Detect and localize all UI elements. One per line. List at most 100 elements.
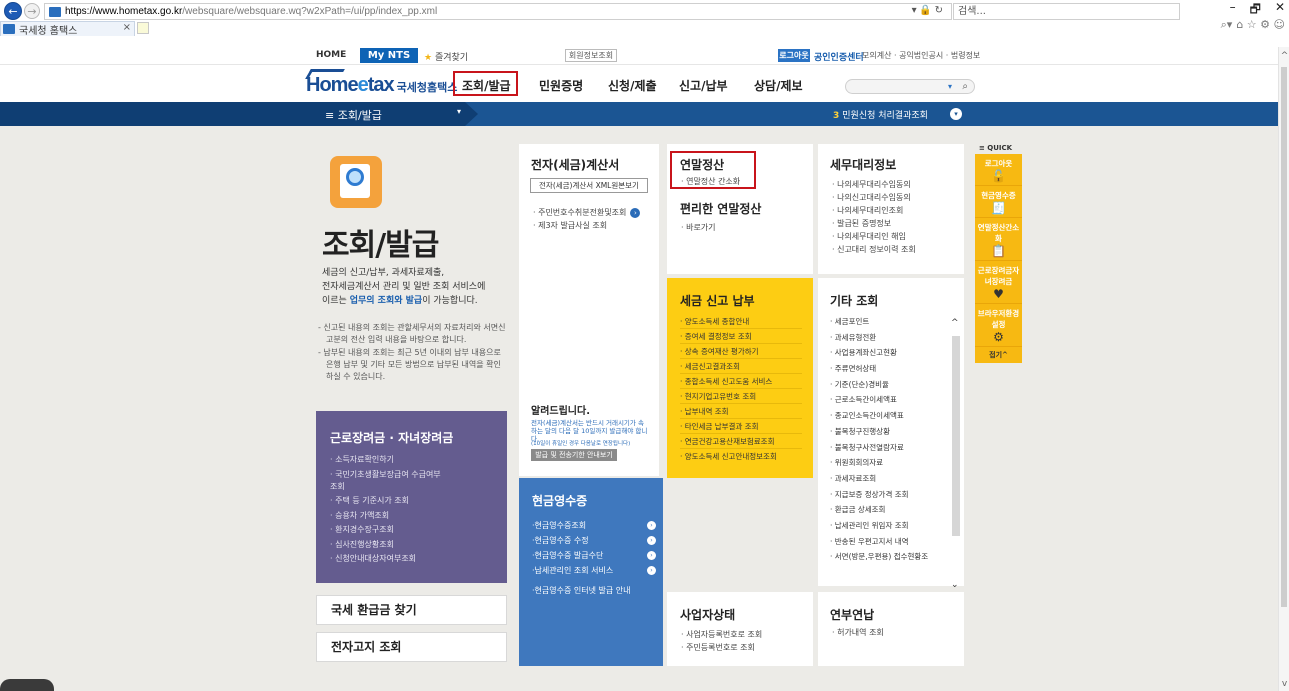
panel-link[interactable]: · 사업자등록번호로 조회 <box>681 628 762 641</box>
panel-link[interactable]: · 나의세무대리인 해임 <box>832 230 916 243</box>
panel-link[interactable]: · 양도소득세 신고안내정보조회 <box>680 449 802 464</box>
tab-close-icon[interactable]: × <box>123 22 131 33</box>
arrow-circle-icon[interactable]: › <box>647 536 656 545</box>
panel-link[interactable]: · 서면(방문,우편용) 접수현황조 <box>830 549 948 565</box>
arrow-circle-icon[interactable]: › <box>647 521 656 530</box>
chevron-down-icon[interactable]: ▾ <box>948 80 952 93</box>
panel-link[interactable]: · 현지기업고유번호 조회 <box>680 389 802 404</box>
panel-link[interactable]: · 주민번호수취분전환및조회 › <box>533 206 641 219</box>
quick-cash-receipt[interactable]: 현금영수증 🧾 <box>975 186 1022 218</box>
panel-link[interactable]: · 환지경수장구조회 <box>330 523 441 538</box>
panel-link[interactable]: · 위원회회의자료 <box>830 455 948 471</box>
quick-browser-settings[interactable]: 브라우저환경설정 ⚙ <box>975 304 1022 347</box>
panel-link[interactable]: · 기준(단순)경비율 <box>830 377 948 393</box>
panel-link[interactable]: · 신고대리 정보이력 조회 <box>832 243 916 256</box>
member-info-button[interactable]: 회원정보조회 <box>565 49 617 62</box>
panel-link[interactable]: · 양도소득세 종합안내 <box>680 314 802 329</box>
quick-year-end[interactable]: 연말정산간소화 📋 <box>975 218 1022 261</box>
scroll-down-icon[interactable]: ⌄ <box>951 580 959 590</box>
electronic-notice-button[interactable]: 전자고지 조회 <box>316 632 507 662</box>
panel-link[interactable]: · 종합소득세 신고도움 서비스 <box>680 374 802 389</box>
panel-link[interactable]: · 주택 등 기준시가 조회 <box>330 494 441 509</box>
quick-logout[interactable]: 로그아웃 🔓 <box>975 154 1022 186</box>
hometax-logo[interactable]: Homeetax 국세청홈택스 <box>305 69 457 97</box>
browser-tab[interactable]: 국세청 홈택스 × <box>0 21 135 37</box>
home-link[interactable]: HOME <box>316 50 346 60</box>
status-link[interactable]: 3 민원신청 처리결과조회 <box>833 108 928 121</box>
nav-item-inquiry[interactable]: 조회/발급 <box>462 77 511 94</box>
panel-link[interactable]: · 불복청구진행상황 <box>830 424 948 440</box>
panel-link[interactable]: · 신청안내대상자여부조회 <box>330 552 441 567</box>
logout-button[interactable]: 로그아웃 <box>778 49 810 62</box>
new-tab-button[interactable] <box>137 22 149 34</box>
panel-scroll-thumb[interactable] <box>952 336 960 536</box>
scroll-up-icon[interactable]: ^ <box>951 318 959 328</box>
arrow-circle-icon[interactable]: › <box>647 551 656 560</box>
panel-scrollbar[interactable]: ^ ⌄ <box>951 318 960 590</box>
sub-nav-title[interactable]: ≡ 조회/발급 <box>325 107 382 123</box>
quick-collapse-button[interactable]: 접기^ <box>975 347 1022 363</box>
panel-link[interactable]: · 심사진행상황조회 <box>330 538 441 553</box>
panel-link[interactable]: · 허가내역 조회 <box>832 626 884 639</box>
panel-link[interactable]: · 나의신고대리수임동의 <box>832 191 916 204</box>
refund-search-button[interactable]: 국세 환급금 찾기 <box>316 595 507 625</box>
panel-link[interactable]: 조회 <box>330 480 441 495</box>
panel-link[interactable]: · 세금신고결과조회 <box>680 359 802 374</box>
panel-link[interactable]: · 과세유형전환 <box>830 330 948 346</box>
status-dropdown-icon[interactable]: ▾ <box>950 108 962 120</box>
panel-link[interactable]: · 제3자 발급사실 조회 <box>533 219 640 232</box>
page-scrollbar[interactable]: ^ v <box>1278 47 1289 691</box>
nav-item-report[interactable]: 신고/납부 <box>679 77 728 94</box>
panel-link[interactable]: · 바로가기 <box>681 221 716 234</box>
xml-view-button[interactable]: 전자(세금)계산서 XML원본보기 <box>530 178 648 193</box>
panel-link[interactable]: · 주민등록번호로 조회 <box>681 641 762 654</box>
panel-link[interactable]: · 증여세 결정정보 조회 <box>680 329 802 344</box>
panel-link[interactable]: · 소득자료확인하기 <box>330 453 441 468</box>
scroll-up-icon[interactable]: ^ <box>1279 51 1289 61</box>
panel-link[interactable]: · 납부내역 조회 <box>680 404 802 419</box>
mynts-button[interactable]: My NTS <box>360 48 418 63</box>
panel-link[interactable]: · 사업용계좌신고현황 <box>830 345 948 361</box>
panel-link[interactable]: ·현금영수증 발급수단 › <box>532 548 656 563</box>
panel-link[interactable]: · 국민기초생활보장급여 수급여부 <box>330 468 441 480</box>
panel-link[interactable]: ·현금영수증조회 › <box>532 518 656 533</box>
panel-link[interactable]: · 납세관리인 위임자 조회 <box>830 518 948 534</box>
panel-link[interactable]: ·납세관리인 조회 서비스 › <box>532 563 656 578</box>
caret-down-icon[interactable]: ▾ <box>457 107 461 116</box>
cert-center-link[interactable]: 공인인증센터 <box>814 50 864 63</box>
favorites-link[interactable]: ★ 즐겨찾기 <box>424 50 468 63</box>
browser-search-input[interactable]: 검색... <box>953 3 1180 20</box>
search-dropdown-icon[interactable]: ⌕▾ <box>1221 18 1233 32</box>
panel-link[interactable]: · 연말정산 간소화 <box>681 175 740 188</box>
panel-link[interactable]: · 승용차 가액조회 <box>330 509 441 524</box>
site-search-input[interactable]: ▾ ⌕ <box>845 79 975 94</box>
panel-link[interactable]: · 과세자료조회 <box>830 471 948 487</box>
nav-item-apply[interactable]: 신청/제출 <box>608 77 657 94</box>
arrow-circle-icon[interactable]: › <box>630 208 641 218</box>
panel-link[interactable]: · 연금건강고용산재보험료조회 <box>680 434 802 449</box>
nav-item-certificate[interactable]: 민원증명 <box>539 77 583 94</box>
notice-guide-button[interactable]: 발급 및 전송기한 안내보기 <box>531 449 617 461</box>
panel-link[interactable]: · 근로소득간이세액표 <box>830 392 948 408</box>
address-bar[interactable]: https://www.hometax.go.kr /websquare/web… <box>44 3 952 20</box>
address-bar-icons[interactable]: ▾ 🔒 ↻ <box>912 5 943 16</box>
panel-link[interactable]: · 환급금 상세조회 <box>830 502 948 518</box>
top-links[interactable]: 모의계산 · 공익법인공시 · 법령정보 <box>862 50 980 61</box>
nav-item-consult[interactable]: 상담/제보 <box>754 77 803 94</box>
panel-link[interactable]: · 주류면허상태 <box>830 361 948 377</box>
arrow-circle-icon[interactable]: › <box>647 566 656 575</box>
scroll-down-icon[interactable]: v <box>1279 679 1289 689</box>
panel-link[interactable]: · 나의세무대리인조회 <box>832 204 916 217</box>
panel-link[interactable]: · 지급보증 정상가격 조회 <box>830 487 948 503</box>
quick-incentive[interactable]: 근로장려금자녀장려금 ♥ <box>975 261 1022 304</box>
panel-link[interactable]: · 발급된 증명정보 <box>832 217 916 230</box>
panel-link[interactable]: · 타인세금 납부결과 조회 <box>680 419 802 434</box>
search-icon[interactable]: ⌕ <box>962 80 968 93</box>
toolbar-icons[interactable]: ⌂ ☆ ⚙ ☺ <box>1236 18 1285 32</box>
forward-button[interactable]: → <box>24 3 40 19</box>
panel-link[interactable]: · 반송된 우편고지서 내역 <box>830 534 948 550</box>
panel-link[interactable]: ·현금영수증 수정 › <box>532 533 656 548</box>
panel-link[interactable]: · 상속 증여재산 평가하기 <box>680 344 802 359</box>
panel-link[interactable]: ·현금영수증 인터넷 발급 안내 <box>532 583 656 598</box>
scroll-thumb[interactable] <box>1281 67 1287 607</box>
